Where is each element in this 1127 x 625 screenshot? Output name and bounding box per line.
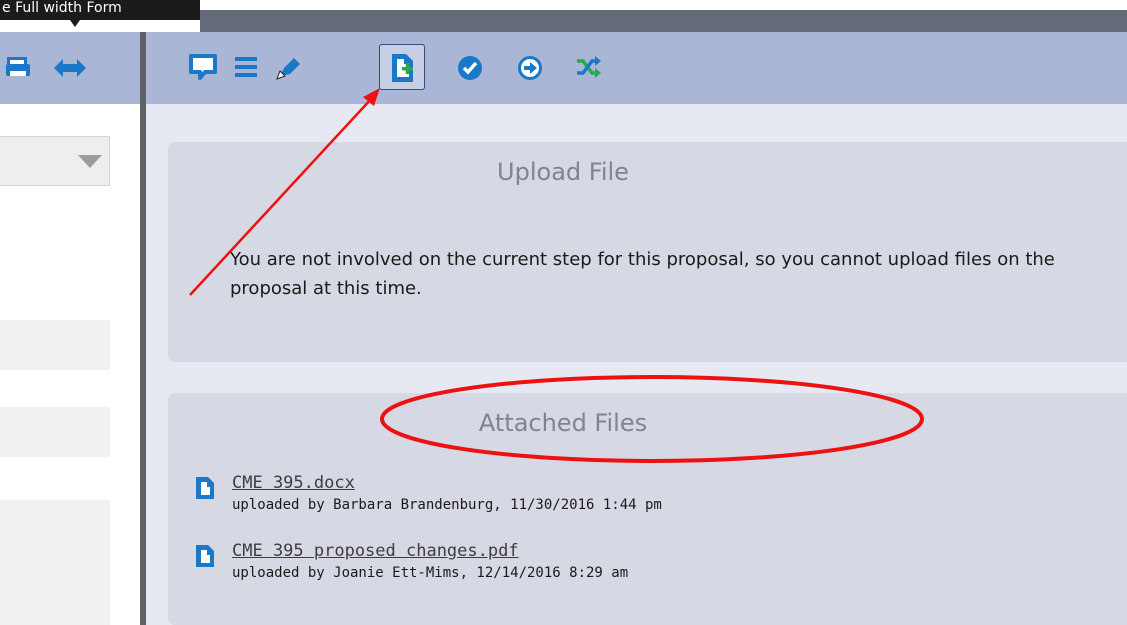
shuffle-icon[interactable]: [574, 54, 602, 80]
left-field[interactable]: [0, 320, 110, 370]
attached-files-title: Attached Files: [478, 409, 648, 437]
approve-icon[interactable]: [456, 54, 484, 82]
upload-message: You are not involved on the current step…: [230, 249, 1055, 299]
chevron-down-icon: [78, 155, 102, 168]
expand-width-icon[interactable]: [52, 55, 88, 81]
file-link[interactable]: CME 395.docx: [232, 473, 355, 493]
top-bar-strip: [200, 10, 1127, 32]
file-meta: uploaded by Barbara Brandenburg, 11/30/2…: [232, 497, 662, 513]
print-icon[interactable]: [4, 55, 36, 81]
right-toolbar: [146, 32, 1127, 104]
left-field[interactable]: [0, 407, 110, 457]
file-meta: uploaded by Joanie Ett-Mims, 12/14/2016 …: [232, 565, 629, 581]
attached-files-panel: Attached Files CME 395.docx uploaded by …: [168, 393, 1127, 625]
edit-icon[interactable]: [274, 52, 304, 82]
add-file-icon: [392, 54, 413, 82]
file-icon: [196, 477, 214, 499]
tooltip-pointer: [70, 20, 80, 27]
left-dropdown[interactable]: [0, 136, 110, 186]
add-file-button[interactable]: [379, 44, 425, 90]
upload-panel-title: Upload File: [497, 158, 629, 186]
file-icon: [196, 545, 214, 567]
left-toolbar: [0, 32, 140, 104]
tooltip: e Full width Form: [0, 0, 200, 20]
left-field[interactable]: [0, 500, 110, 625]
file-link[interactable]: CME 395 proposed changes.pdf: [232, 541, 519, 561]
upload-panel: Upload File You are not involved on the …: [168, 142, 1127, 362]
forward-icon[interactable]: [516, 54, 544, 82]
list-icon[interactable]: [232, 54, 260, 80]
tooltip-text: e Full width Form: [2, 0, 122, 16]
comment-icon[interactable]: [188, 53, 218, 81]
